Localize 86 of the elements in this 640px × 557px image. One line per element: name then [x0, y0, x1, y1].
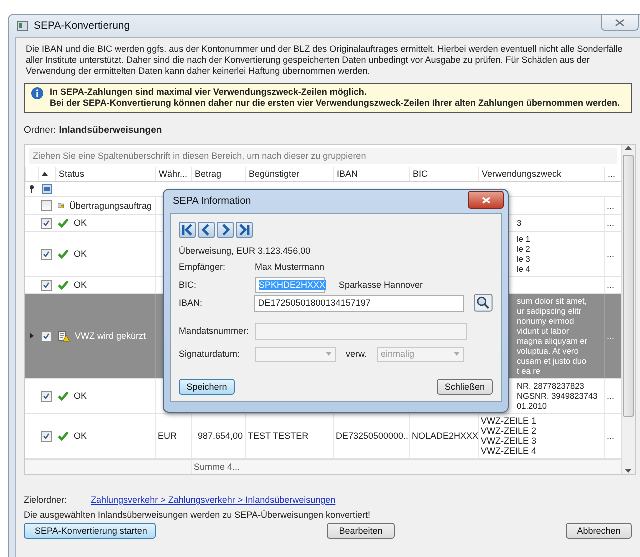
- group-by-panel: Ziehen Sie eine Spaltenüberschrift in diesen Bereich, um nach dieser zu gruppieren: [29, 148, 617, 164]
- column-header[interactable]: Betrag: [191, 167, 245, 182]
- table-cell: ...: [604, 197, 619, 214]
- disclaimer-text: Die IBAN und die BIC werden ggfs. aus der Kontonummer und der BLZ des Originalauftrages ermittelt. Hierbei werden eventuell nicht alle Sonderfälle aller Institute unterstützt. Daher sind die nach der Konvertierung gespeicherten Daten unbedingt vor Ausgabe zu prüfen. Für Schäden aus der Verwendung der ermittelten Daten kann daher keinerlei Haftung übernommen werden.: [26, 44, 624, 77]
- conversion-message: Die ausgewählten Inlandsüberweisungen werden zu SEPA-Überweisungen konvertiert!: [24, 510, 372, 520]
- column-header[interactable]: IBAN: [333, 167, 409, 182]
- table-cell: EUR: [155, 414, 191, 458]
- status-text: OK: [74, 391, 88, 401]
- row-checkbox[interactable]: [41, 280, 52, 290]
- dialog-title: SEPA Information: [172, 195, 252, 209]
- window-title: SEPA-Konvertierung: [34, 20, 130, 32]
- column-header[interactable]: Status: [55, 167, 155, 182]
- column-header[interactable]: Verwendungszweck: [478, 167, 604, 182]
- dialog-button[interactable]: Bearbeiten: [327, 523, 395, 539]
- row-checkbox[interactable]: [41, 218, 52, 228]
- row-pointer-icon: [30, 333, 34, 339]
- bank-name: Sparkasse Hannover: [339, 280, 424, 290]
- table-cell: 987.654,00: [191, 414, 245, 458]
- search-icon[interactable]: [474, 294, 493, 312]
- dialog-button[interactable]: Schließen: [437, 379, 493, 395]
- checkmark-icon: [58, 218, 69, 228]
- recipient-name: Max Mustermann: [255, 262, 325, 272]
- field-label: BIC:: [179, 280, 198, 290]
- row-checkbox[interactable]: [41, 200, 52, 211]
- table-cell: TEST TESTER: [245, 414, 333, 458]
- column-header[interactable]: Währ...: [155, 167, 191, 182]
- row-checkbox[interactable]: [41, 390, 52, 402]
- table-cell: ...: [604, 379, 619, 413]
- row-checkbox[interactable]: [41, 430, 52, 442]
- chevron-right-icon[interactable]: [217, 222, 234, 238]
- table-cell: NOLADE2HXXX: [409, 414, 478, 458]
- field-label: verw.: [346, 349, 368, 359]
- status-text: OK: [74, 249, 88, 259]
- skip-first-icon[interactable]: [179, 222, 196, 238]
- info-icon: [31, 87, 44, 100]
- column-header[interactable]: BIC: [409, 167, 478, 182]
- target-folder-label: Zielordner:: [24, 495, 68, 505]
- field-label: IBAN:: [179, 298, 204, 308]
- dialog-close-button[interactable]: [468, 191, 504, 209]
- row-checkbox[interactable]: [41, 248, 52, 260]
- table-cell: ...: [604, 277, 619, 293]
- folder-name: Inlandsüberweisungen: [59, 125, 162, 136]
- column-header[interactable]: Begünstigter: [245, 167, 333, 182]
- status-text: OK: [74, 431, 88, 441]
- checkmark-icon: [58, 249, 69, 259]
- transfer-summary: Überweisung, EUR 3.123.456,00: [179, 246, 311, 256]
- info-text: In SEPA-Zahlungen sind maximal vier Verwendungszweck-Zeilen möglich. Bei der SEPA-Konvertierung können daher nur die ersten vier Verwendungszweck-Zeilen Ihrer alten Zahlungen übernommen werden.: [50, 87, 620, 109]
- scroll-up-icon[interactable]: [625, 145, 632, 151]
- summary-cell: Summe 4...: [191, 460, 245, 474]
- row-checkbox[interactable]: [41, 330, 52, 342]
- window-app-icon: [17, 21, 28, 31]
- field-label: Empfänger:: [179, 262, 227, 272]
- close-icon: [615, 18, 625, 26]
- dialog-button[interactable]: SEPA-Konvertierung starten: [24, 523, 156, 539]
- status-text: OK: [74, 218, 88, 228]
- checkmark-icon: [58, 431, 69, 441]
- table-cell: DE73250500000...: [333, 414, 409, 458]
- scroll-down-icon[interactable]: [625, 468, 632, 474]
- table-cell: ...: [604, 294, 619, 378]
- folder-label: Ordner:: [24, 125, 56, 136]
- table-cell: ...: [604, 232, 619, 276]
- column-header[interactable]: ...: [604, 167, 619, 182]
- target-folder-link[interactable]: Zahlungsverkehr > Zahlungsverkehr > Inlandsüberweisungen: [91, 495, 336, 505]
- close-button[interactable]: [601, 15, 639, 31]
- status-text: VWZ wird gekürzt: [75, 331, 146, 341]
- pin-icon: [28, 185, 34, 194]
- field-label: Mandatsnummer:: [179, 326, 250, 336]
- chevron-left-icon[interactable]: [198, 222, 215, 238]
- scrollbar[interactable]: [621, 145, 635, 474]
- document-warning-icon: [58, 330, 70, 342]
- table-cell: VWZ-ZEILE 1 VWZ-ZEILE 2 VWZ-ZEILE 3 VWZ-ZEILE 4: [478, 414, 604, 458]
- dialog-button[interactable]: Abbrechen: [566, 523, 632, 539]
- table-cell: ...: [604, 215, 619, 231]
- checkmark-icon: [58, 280, 69, 290]
- dialog-button[interactable]: Speichern: [179, 379, 235, 395]
- status-text: OK: [74, 280, 88, 290]
- table-cell: ...: [604, 414, 619, 458]
- skip-last-icon[interactable]: [236, 222, 253, 238]
- close-icon: [482, 196, 490, 204]
- status-text: Übertragungsauftrag: [69, 200, 152, 210]
- checkmark-icon: [58, 391, 69, 401]
- sort-ascending-icon[interactable]: [42, 172, 48, 176]
- iban-field[interactable]: DE17250501800134157197: [254, 294, 464, 312]
- field-label: Signaturdatum:: [179, 349, 242, 359]
- filter-icon[interactable]: [42, 184, 52, 194]
- scrollbar-thumb[interactable]: [623, 155, 634, 417]
